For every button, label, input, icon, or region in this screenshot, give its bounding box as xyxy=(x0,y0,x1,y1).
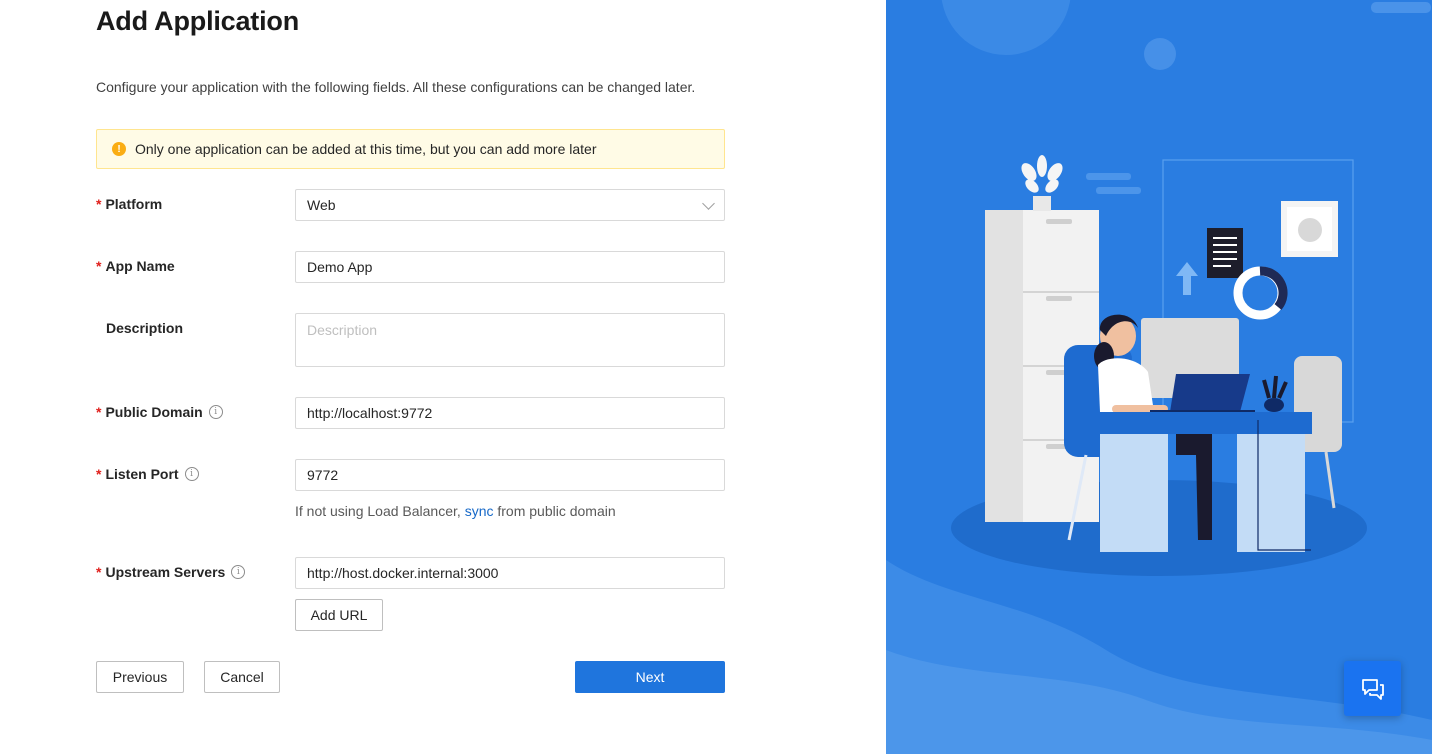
next-button[interactable]: Next xyxy=(575,661,725,693)
office-illustration xyxy=(886,0,1432,754)
required-mark: * xyxy=(96,404,102,420)
arrow-up-icon xyxy=(1176,262,1198,295)
listen-port-label: * Listen Port i xyxy=(96,466,199,482)
required-mark: * xyxy=(96,196,102,212)
required-mark: * xyxy=(96,564,102,580)
upstream-server-input[interactable] xyxy=(295,557,725,589)
desk-top xyxy=(1100,412,1312,434)
alert-text: Only one application can be added at thi… xyxy=(135,141,597,157)
platform-label-text: Platform xyxy=(105,196,163,212)
info-icon[interactable]: i xyxy=(184,467,199,481)
desk-leg-left xyxy=(1100,434,1168,552)
add-url-button[interactable]: Add URL xyxy=(295,599,383,631)
listen-port-help: If not using Load Balancer, sync from pu… xyxy=(295,503,616,519)
listen-port-input[interactable] xyxy=(295,459,725,491)
decor-bar xyxy=(1086,173,1131,180)
chair-leg xyxy=(1324,451,1336,509)
required-mark: * xyxy=(96,258,102,274)
listen-port-label-text: Listen Port xyxy=(105,466,179,482)
app-name-label-text: App Name xyxy=(105,258,175,274)
upstream-servers-label-text: Upstream Servers xyxy=(105,564,226,580)
illustration-panel xyxy=(886,0,1432,754)
description-textarea[interactable] xyxy=(295,313,725,367)
warning-icon: ! xyxy=(112,142,126,156)
desk-plant-leaves xyxy=(1262,375,1288,399)
description-label-text: Description xyxy=(106,320,184,336)
chevron-down-icon xyxy=(702,197,715,210)
chat-icon xyxy=(1361,678,1384,700)
form-panel: Add Application Configure your applicati… xyxy=(0,0,886,754)
help-text-suffix: from public domain xyxy=(497,503,616,519)
desk-plant xyxy=(1264,398,1284,412)
cancel-button[interactable]: Cancel xyxy=(204,661,280,693)
page-intro: Configure your application with the foll… xyxy=(96,79,696,95)
shelf-handle xyxy=(1046,219,1072,224)
decor-bar xyxy=(1096,187,1141,194)
plant-pot xyxy=(1033,196,1051,211)
description-label: Description xyxy=(96,320,183,336)
plant-leaves xyxy=(1021,155,1063,193)
shelf-handle xyxy=(1046,296,1072,301)
platform-select-value: Web xyxy=(307,197,336,213)
app-name-input[interactable] xyxy=(295,251,725,283)
donut-segment xyxy=(1259,266,1288,310)
decor-circle xyxy=(941,0,1071,55)
laptop xyxy=(1170,374,1250,412)
chat-button[interactable] xyxy=(1344,661,1401,716)
app-name-label: * App Name xyxy=(96,258,175,274)
frame-circle xyxy=(1298,218,1322,242)
public-domain-input[interactable] xyxy=(295,397,725,429)
info-icon[interactable]: i xyxy=(208,405,223,419)
public-domain-label: * Public Domain i xyxy=(96,404,223,420)
decor-dot xyxy=(1144,38,1176,70)
page-title: Add Application xyxy=(96,6,299,36)
required-mark: * xyxy=(96,466,102,482)
sync-link[interactable]: sync xyxy=(465,503,494,519)
platform-label: * Platform xyxy=(96,196,162,212)
shelf-side xyxy=(985,210,1023,522)
info-icon[interactable]: i xyxy=(231,565,246,579)
info-alert: ! Only one application can be added at t… xyxy=(96,129,725,169)
decor-pill xyxy=(1371,2,1431,13)
previous-button[interactable]: Previous xyxy=(96,661,184,693)
public-domain-label-text: Public Domain xyxy=(105,404,203,420)
help-text-prefix: If not using Load Balancer, xyxy=(295,503,461,519)
platform-select[interactable]: Web xyxy=(295,189,725,221)
upstream-servers-label: * Upstream Servers i xyxy=(96,564,246,580)
desk-leg-right xyxy=(1237,434,1305,552)
